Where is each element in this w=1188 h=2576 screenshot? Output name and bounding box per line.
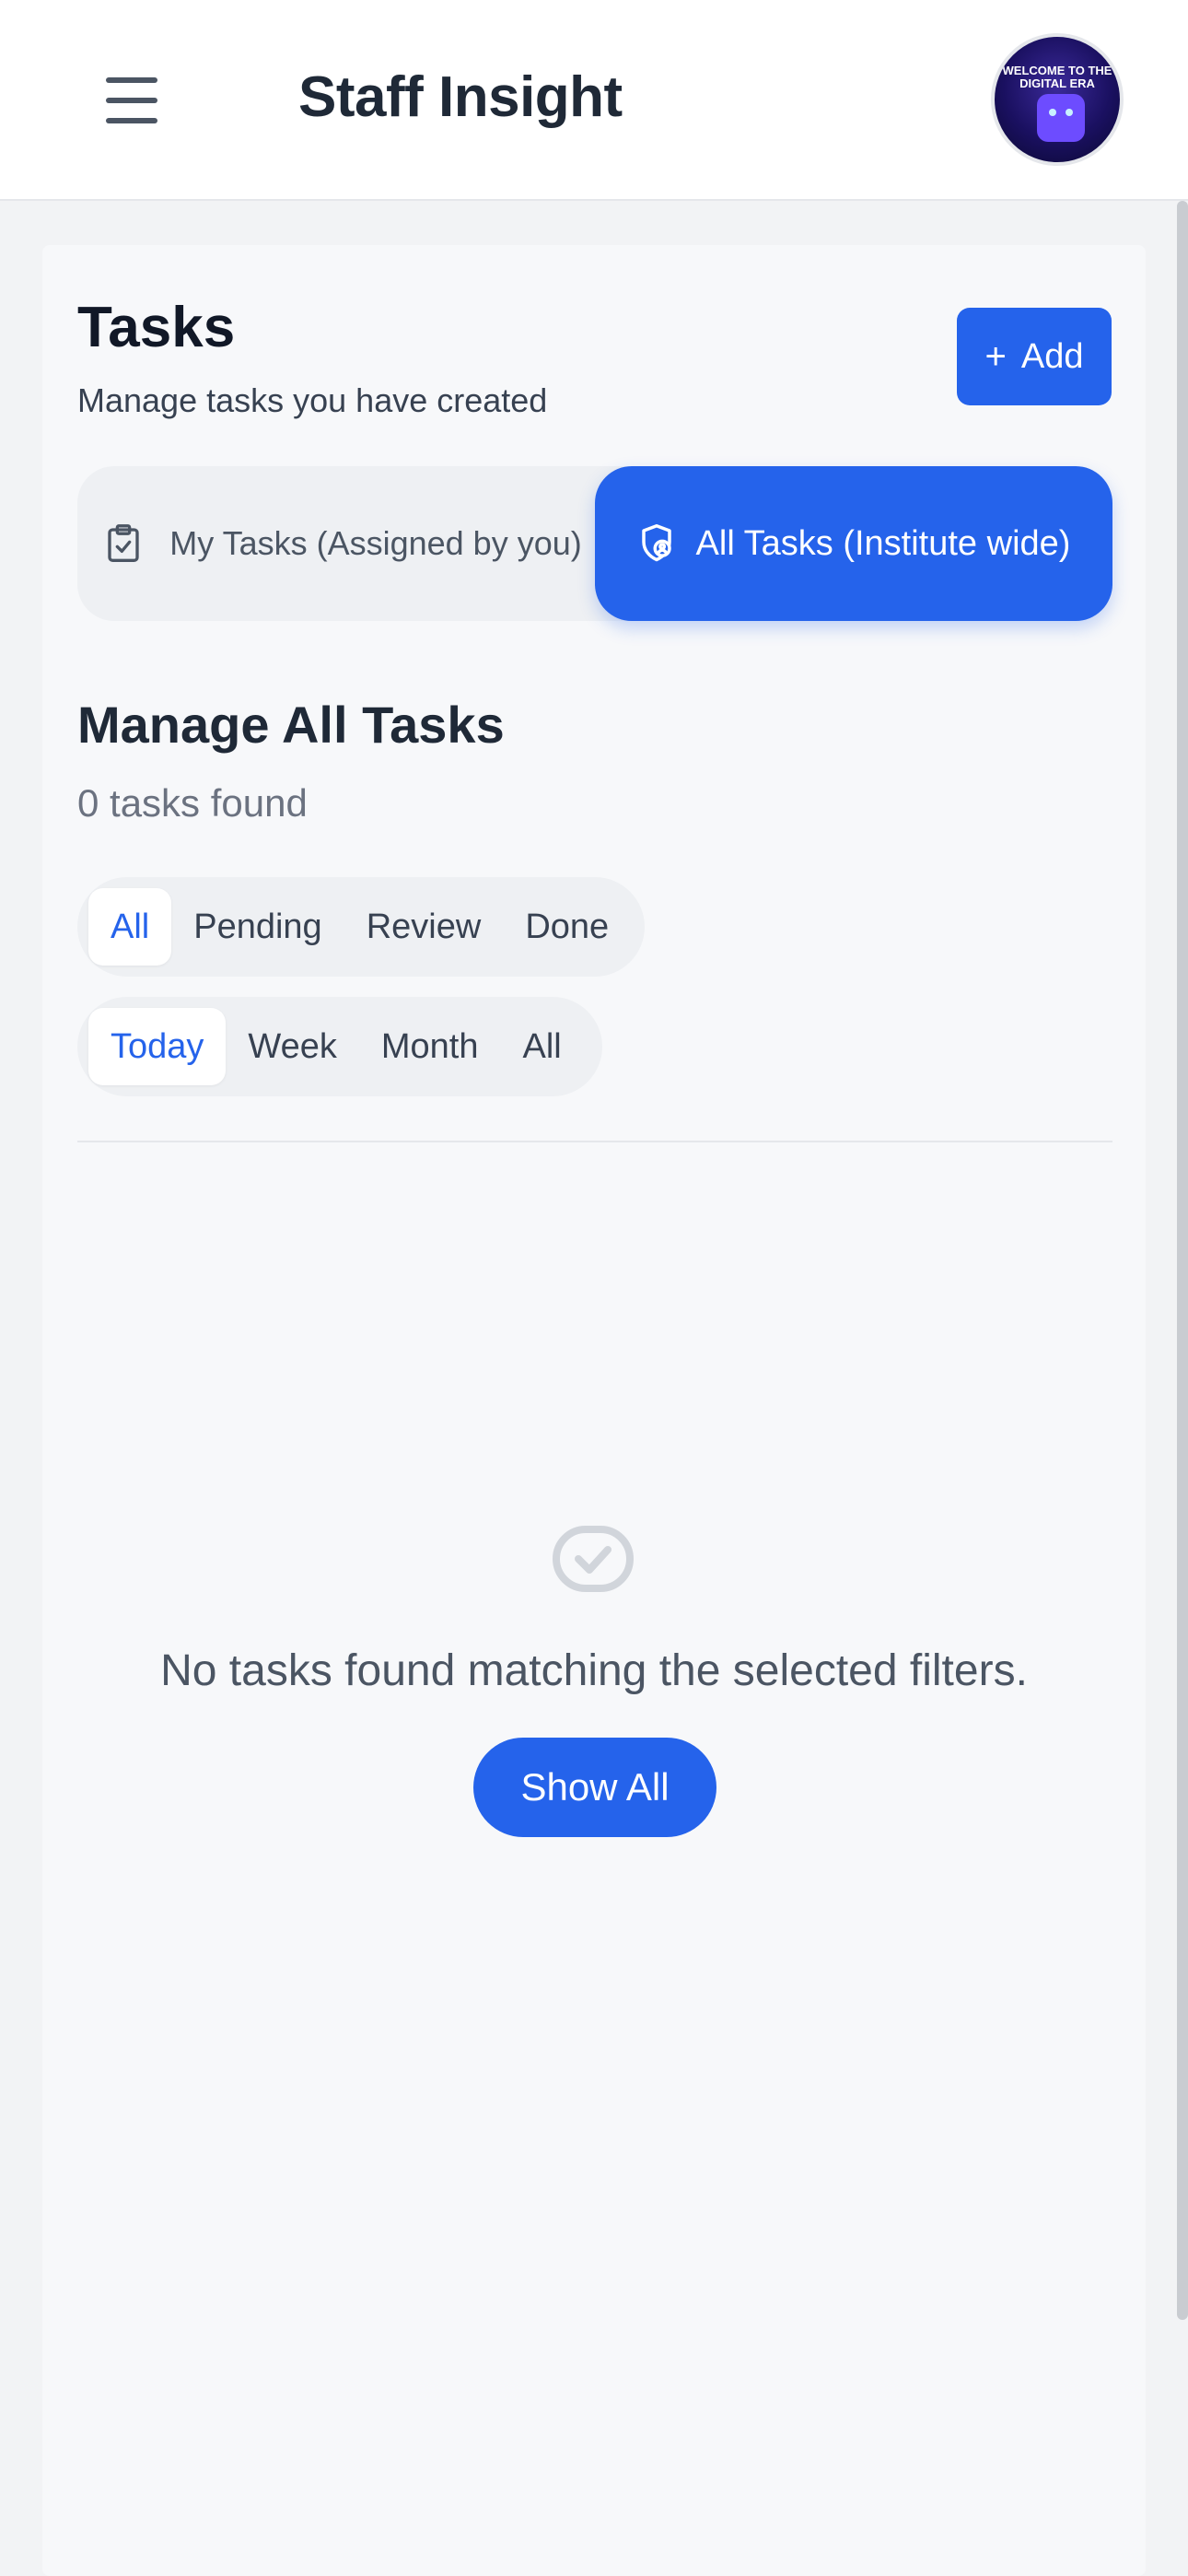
period-filter-today[interactable]: Today — [88, 1008, 227, 1085]
robot-icon — [1037, 94, 1085, 142]
tab-all-tasks-label: All Tasks (Institute wide) — [695, 523, 1071, 563]
plus-icon: + — [984, 335, 1007, 377]
clipboard-check-icon — [108, 524, 139, 563]
status-filter-done[interactable]: Done — [503, 888, 631, 966]
status-filter-review[interactable]: Review — [344, 888, 504, 966]
scrollbar[interactable] — [1177, 201, 1188, 2320]
tab-my-tasks[interactable]: My Tasks (Assigned by you) — [77, 466, 593, 621]
page-title: Tasks — [77, 296, 236, 359]
section-title: Manage All Tasks — [77, 696, 505, 754]
show-all-button[interactable]: Show All — [473, 1738, 716, 1837]
period-filter-month[interactable]: Month — [359, 1008, 501, 1085]
add-task-button[interactable]: + Add — [957, 308, 1112, 405]
period-filter: Today Week Month All — [77, 997, 602, 1096]
app-title: Staff Insight — [298, 65, 623, 129]
divider — [77, 1141, 1112, 1142]
check-circle-icon — [553, 1526, 634, 1592]
tab-my-tasks-label: My Tasks (Assigned by you) — [169, 524, 582, 562]
period-filter-week[interactable]: Week — [226, 1008, 358, 1085]
page-subtitle: Manage tasks you have created — [77, 381, 548, 419]
period-filter-all[interactable]: All — [500, 1008, 583, 1085]
tab-all-tasks[interactable]: All Tasks (Institute wide) — [595, 466, 1112, 621]
app-root: Staff Insight WELCOME TO THE DIGITAL ERA… — [0, 0, 1188, 2576]
avatar[interactable]: WELCOME TO THE DIGITAL ERA — [991, 33, 1124, 166]
shield-user-icon — [641, 524, 671, 562]
empty-state-message: No tasks found matching the selected fil… — [160, 1646, 1028, 1695]
status-filter: All Pending Review Done — [77, 877, 645, 977]
hamburger-menu-icon[interactable] — [99, 72, 164, 129]
scope-toggle: My Tasks (Assigned by you) All Tasks (In… — [77, 466, 1112, 621]
status-filter-pending[interactable]: Pending — [171, 888, 344, 966]
top-bar: Staff Insight WELCOME TO THE DIGITAL ERA — [0, 0, 1188, 201]
add-button-label: Add — [1020, 336, 1084, 376]
avatar-text: WELCOME TO THE DIGITAL ERA — [1002, 64, 1112, 90]
status-filter-all[interactable]: All — [88, 888, 172, 966]
task-count: 0 tasks found — [77, 781, 308, 825]
tasks-card: Tasks Manage tasks you have created + Ad… — [42, 245, 1146, 2576]
